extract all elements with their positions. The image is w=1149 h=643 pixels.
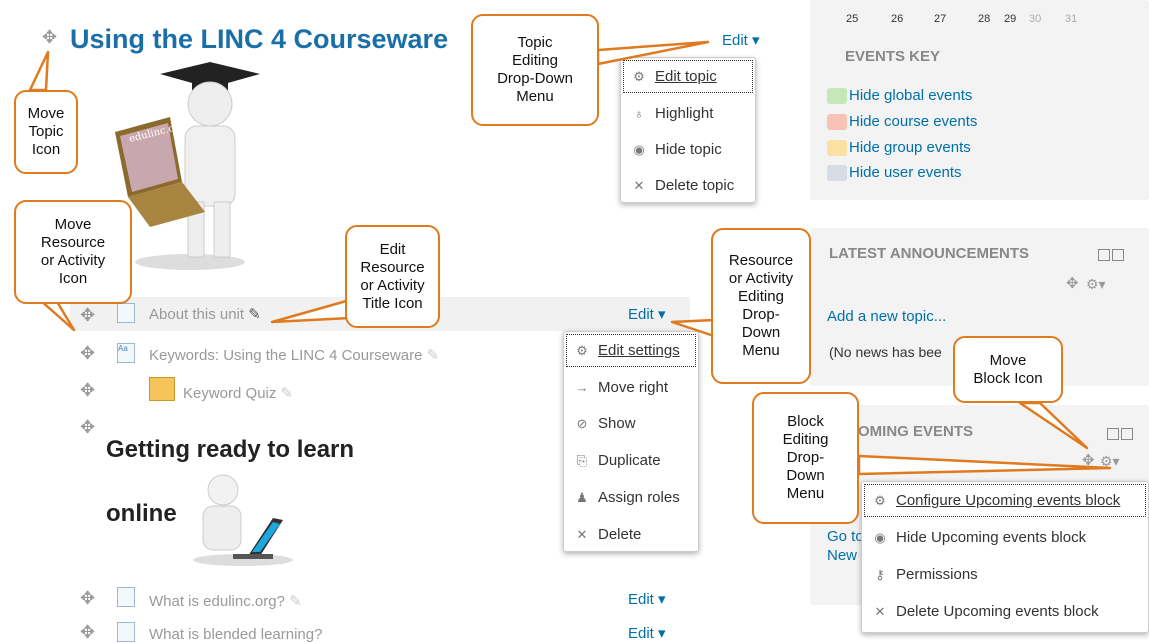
callout-move-topic: Move Topic Icon: [14, 90, 78, 174]
callout-block-menu: Block Editing Drop- Down Menu: [752, 392, 859, 524]
callout-topic-menu: Topic Editing Drop-Down Menu: [471, 14, 599, 126]
callout-resource-menu: Resource or Activity Editing Drop- Down …: [711, 228, 811, 384]
callout-edit-title: Edit Resource or Activity Title Icon: [345, 225, 440, 328]
callout-move-resource: Move Resource or Activity Icon: [14, 200, 132, 304]
callout-move-block: Move Block Icon: [953, 336, 1063, 403]
